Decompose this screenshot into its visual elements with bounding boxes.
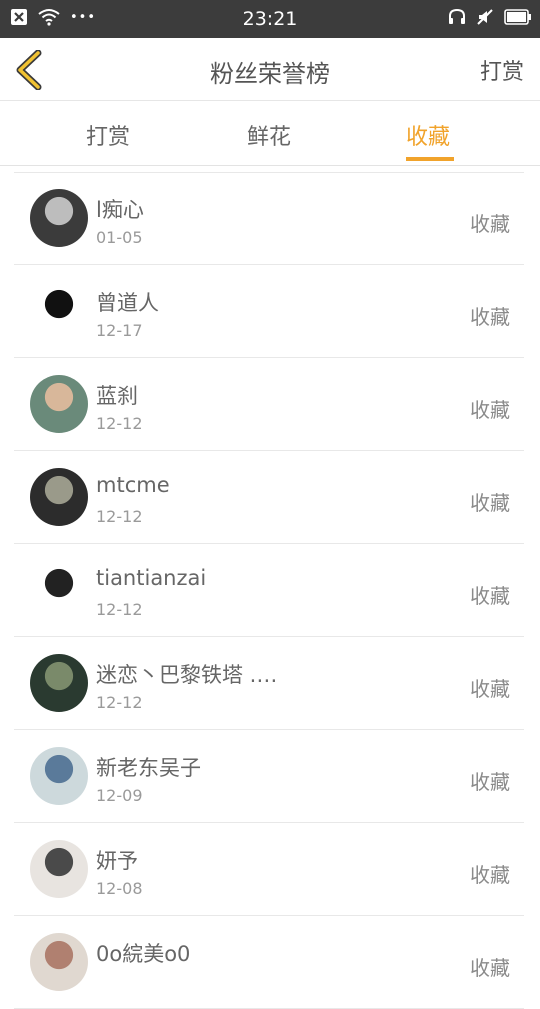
battery-icon (504, 9, 531, 25)
page-title: 粉丝荣誉榜 (210, 60, 330, 88)
avatar (30, 747, 88, 805)
avatar (30, 840, 88, 898)
fan-date: 01-05 (96, 228, 143, 247)
header: 粉丝荣誉榜 打赏 (0, 38, 540, 101)
fan-action-type: 收藏 (470, 584, 510, 608)
list-item[interactable]: mtcme 12-12 收藏 (14, 451, 524, 544)
fan-date: 12-12 (96, 693, 143, 712)
mute-icon (477, 9, 493, 25)
avatar (30, 933, 88, 991)
list-item[interactable]: l痴心 01-05 收藏 (14, 172, 524, 265)
fan-action-type: 收藏 (470, 677, 510, 701)
fan-list: l痴心 01-05 收藏 曾道人 12-17 收藏 蓝刹 12-12 收藏 mt… (0, 172, 540, 1009)
fan-name: 曾道人 (96, 291, 159, 315)
fan-date: 12-17 (96, 321, 143, 340)
reward-action-button[interactable]: 打赏 (480, 54, 524, 86)
tab-bar: 打赏 鲜花 收藏 (0, 101, 540, 166)
fan-date: 12-12 (96, 507, 143, 526)
fan-name: l痴心 (96, 198, 144, 222)
list-item[interactable]: 曾道人 12-17 收藏 (14, 265, 524, 358)
fan-action-type: 收藏 (470, 491, 510, 515)
fan-date: 12-12 (96, 600, 143, 619)
headset-icon (449, 8, 465, 24)
fan-action-type: 收藏 (470, 956, 510, 980)
fan-name: 妍予 (96, 849, 138, 873)
fan-action-type: 收藏 (470, 212, 510, 236)
avatar (30, 282, 88, 340)
avatar (30, 561, 88, 619)
fan-name: 迷恋丶巴黎铁塔 .… (96, 663, 278, 687)
fan-name: 蓝刹 (96, 384, 138, 408)
fan-date: 12-12 (96, 414, 143, 433)
avatar (30, 468, 88, 526)
list-item[interactable]: tiantianzai 12-12 收藏 (14, 544, 524, 637)
status-right (448, 8, 532, 26)
fan-action-type: 收藏 (470, 770, 510, 794)
fan-name: 新老东吴子 (96, 756, 201, 780)
list-item[interactable]: 0o綄美o0 收藏 (14, 916, 524, 1009)
avatar (30, 375, 88, 433)
list-item[interactable]: 新老东吴子 12-09 收藏 (14, 730, 524, 823)
fan-name: tiantianzai (96, 566, 207, 590)
avatar (30, 654, 88, 712)
tab-favorites[interactable]: 收藏 (406, 119, 450, 151)
list-item[interactable]: 蓝刹 12-12 收藏 (14, 358, 524, 451)
fan-action-type: 收藏 (470, 398, 510, 422)
active-tab-indicator (406, 157, 454, 161)
tab-flowers[interactable]: 鲜花 (247, 119, 291, 151)
list-item[interactable]: 妍予 12-08 收藏 (14, 823, 524, 916)
list-item[interactable]: 迷恋丶巴黎铁塔 .… 12-12 收藏 (14, 637, 524, 730)
fan-date: 12-09 (96, 786, 143, 805)
fan-name: 0o綄美o0 (96, 942, 191, 966)
fan-action-type: 收藏 (470, 305, 510, 329)
fan-action-type: 收藏 (470, 863, 510, 887)
fan-date: 12-08 (96, 879, 143, 898)
tab-reward[interactable]: 打赏 (86, 119, 130, 151)
fan-name: mtcme (96, 473, 170, 497)
avatar (30, 189, 88, 247)
status-bar: ••• 23:21 (0, 0, 540, 38)
